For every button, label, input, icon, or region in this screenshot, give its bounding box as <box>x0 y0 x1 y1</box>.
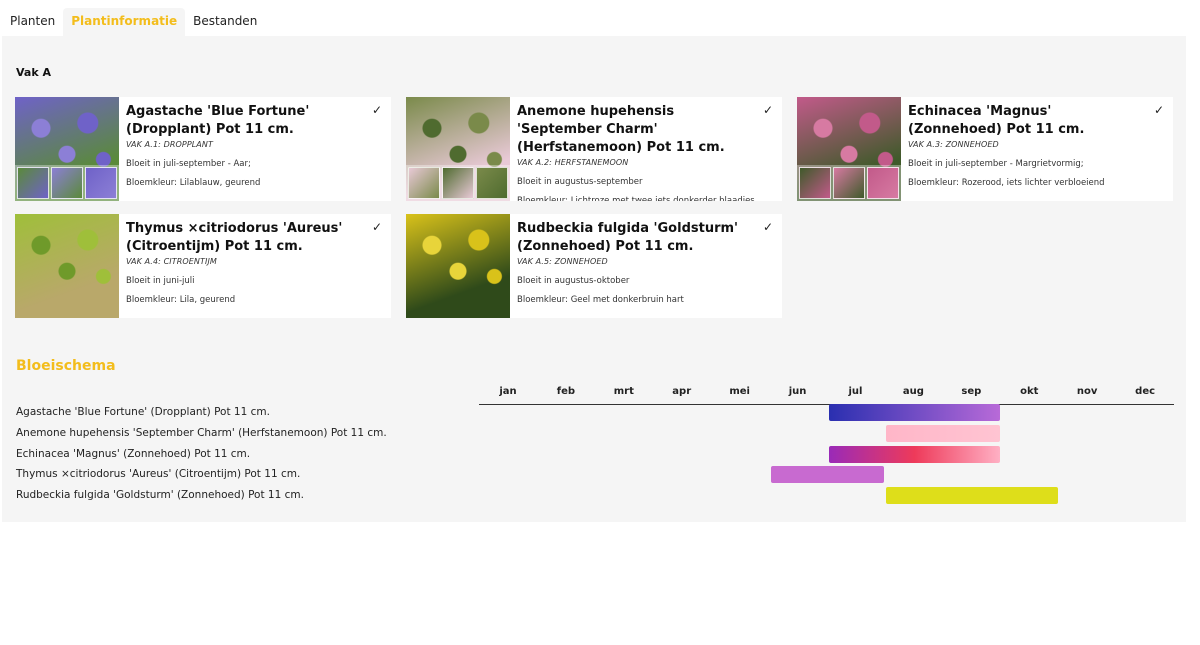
photo-thumbnail[interactable] <box>442 167 474 199</box>
plant-code: VAK A.1: DROPPLANT <box>126 140 213 149</box>
bloom-period: Bloeit in juli-september - Aar; <box>126 159 251 169</box>
photo-thumbnails <box>406 165 510 201</box>
photo-thumbnail[interactable] <box>867 167 899 199</box>
month-label: apr <box>672 386 692 397</box>
check-icon[interactable]: ✓ <box>372 220 382 234</box>
plant-title: Agastache 'Blue Fortune' (Dropplant) Pot… <box>126 104 310 137</box>
photo-thumbnail[interactable] <box>408 167 440 199</box>
photo-thumbnail[interactable] <box>833 167 865 199</box>
bloom-color: Bloemkleur: Geel met donkerbruin hart <box>517 295 684 305</box>
plant-code: VAK A.2: HERFSTANEMOON <box>517 158 629 167</box>
plant-card-body: Rudbeckia fulgida 'Goldsturm' (Zonnehoed… <box>510 214 782 318</box>
bloeischema-plant-label: Agastache 'Blue Fortune' (Dropplant) Pot… <box>16 406 270 418</box>
bloom-bar <box>886 424 1001 442</box>
plant-photo[interactable] <box>15 97 119 201</box>
photo-thumbnail[interactable] <box>476 167 508 199</box>
bloom-color: Bloemkleur: Rozerood, iets lichter verbl… <box>908 178 1105 188</box>
section-title: Vak A <box>16 66 51 79</box>
month-label: mei <box>729 386 750 397</box>
tab-bar: Planten Plantinformatie Bestanden <box>2 8 265 36</box>
bloeischema-title: Bloeischema <box>16 358 116 374</box>
bloom-bar <box>828 404 1001 421</box>
month-axis: jan feb mrt apr mei jun jul aug sep okt nov dec <box>479 385 1174 405</box>
month-label: sep <box>961 386 982 397</box>
month-label: mrt <box>613 386 634 397</box>
plant-title: Echinacea 'Magnus' (Zonnehoed) Pot 11 cm… <box>908 104 1085 137</box>
bloom-bar <box>770 466 885 484</box>
check-icon[interactable]: ✓ <box>372 103 382 117</box>
month-label: okt <box>1020 386 1039 397</box>
month-label: jun <box>788 386 807 397</box>
plant-card[interactable]: Agastache 'Blue Fortune' (Dropplant) Pot… <box>15 97 391 201</box>
bloeischema-plant-label: Echinacea 'Magnus' (Zonnehoed) Pot 11 cm… <box>16 447 251 460</box>
tab-plantinformatie[interactable]: Plantinformatie <box>63 8 186 36</box>
bloom-color: Bloemkleur: Lichtroze met twee iets donk… <box>517 196 755 201</box>
plant-card[interactable]: Echinacea 'Magnus' (Zonnehoed) Pot 11 cm… <box>797 97 1173 201</box>
bloom-period: Bloeit in augustus-oktober <box>517 276 630 286</box>
month-label: feb <box>556 386 576 397</box>
plant-code: VAK A.4: CITROENTIJM <box>126 257 217 266</box>
bloom-color: Bloemkleur: Lila, geurend <box>126 295 236 305</box>
plant-photo[interactable] <box>406 97 510 201</box>
bloom-bar <box>828 445 1001 463</box>
check-icon[interactable]: ✓ <box>763 220 773 234</box>
photo-thumbnail[interactable] <box>799 167 831 199</box>
plantinformatie-panel: Vak A Agastache 'Blue Fortune' (Dropplan… <box>2 36 1186 522</box>
month-label: aug <box>902 386 924 397</box>
plant-code: VAK A.5: ZONNEHOED <box>517 257 608 266</box>
bloeischema-plant-label: Thymus ×citriodorus 'Aureus' (Citroentij… <box>16 468 301 481</box>
plant-card[interactable]: Thymus ×citriodorus 'Aureus' (Citroentij… <box>15 214 391 318</box>
plant-card[interactable]: Rudbeckia fulgida 'Goldsturm' (Zonnehoed… <box>406 214 782 318</box>
bloom-bar <box>886 487 1059 505</box>
check-icon[interactable]: ✓ <box>763 103 773 117</box>
month-label: nov <box>1076 386 1098 397</box>
bloom-color: Bloemkleur: Lilablauw, geurend <box>126 178 261 188</box>
plant-card-body: Echinacea 'Magnus' (Zonnehoed) Pot 11 cm… <box>901 97 1173 201</box>
bloom-period: Bloeit in juni-juli <box>126 276 195 286</box>
bloeischema-plant-label: Anemone hupehensis 'September Charm' (He… <box>16 426 387 439</box>
plant-card-body: Agastache 'Blue Fortune' (Dropplant) Pot… <box>119 97 391 201</box>
plant-card-body: Anemone hupehensis 'September Charm' (He… <box>510 97 782 201</box>
bloeischema-plant-label: Rudbeckia fulgida 'Goldsturm' (Zonnehoed… <box>16 489 304 502</box>
plant-photo[interactable] <box>797 97 901 201</box>
photo-thumbnails <box>797 165 901 201</box>
tab-planten[interactable]: Planten <box>2 8 63 36</box>
plant-card[interactable]: Anemone hupehensis 'September Charm' (He… <box>406 97 782 201</box>
plant-title: Anemone hupehensis 'September Charm' (He… <box>517 104 725 155</box>
month-label: jul <box>848 386 863 397</box>
photo-thumbnail[interactable] <box>85 167 117 199</box>
photo-thumbnails <box>15 165 119 201</box>
month-label: dec <box>1135 386 1156 397</box>
photo-thumbnail[interactable] <box>51 167 83 199</box>
photo-thumbnail[interactable] <box>17 167 49 199</box>
plant-code: VAK A.3: ZONNEHOED <box>908 140 999 149</box>
bloom-period: Bloeit in juli-september - Margrietvormi… <box>908 159 1084 169</box>
plant-title: Rudbeckia fulgida 'Goldsturm' (Zonnehoed… <box>517 221 739 254</box>
month-label: jan <box>499 386 517 397</box>
plant-photo[interactable] <box>15 214 119 318</box>
plant-photo[interactable] <box>406 214 510 318</box>
plant-card-body: Thymus ×citriodorus 'Aureus' (Citroentij… <box>119 214 391 318</box>
check-icon[interactable]: ✓ <box>1154 103 1164 117</box>
tab-bestanden[interactable]: Bestanden <box>185 8 265 36</box>
plant-title: Thymus ×citriodorus 'Aureus' (Citroentij… <box>126 221 343 254</box>
bloom-period: Bloeit in augustus-september <box>517 177 643 187</box>
